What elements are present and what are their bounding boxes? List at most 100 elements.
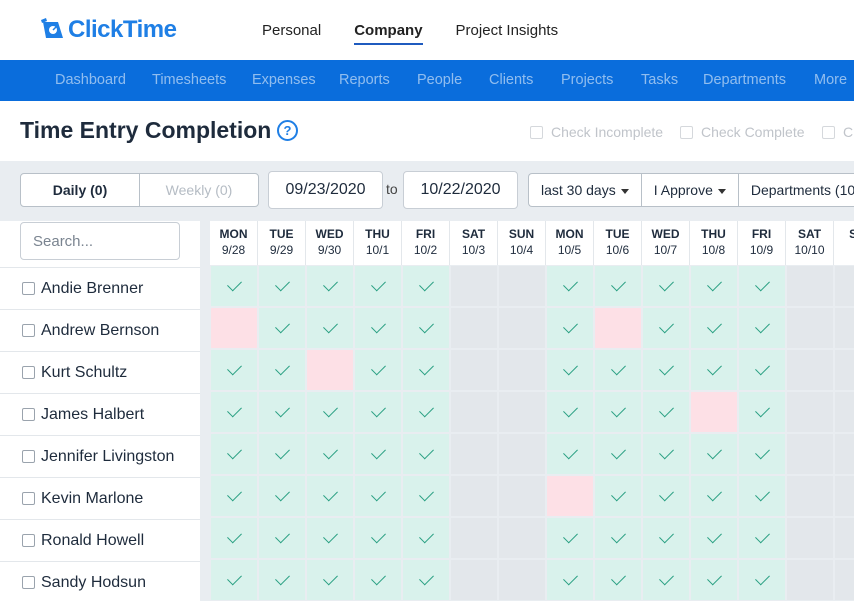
- complete-cell[interactable]: [643, 392, 689, 432]
- complete-cell[interactable]: [739, 434, 785, 474]
- complete-cell[interactable]: [739, 560, 785, 600]
- filter-checkbox[interactable]: Check Complete: [680, 124, 805, 140]
- main-nav-item[interactable]: Expenses: [252, 72, 316, 88]
- row-checkbox[interactable]: [22, 492, 35, 505]
- row-checkbox[interactable]: [22, 366, 35, 379]
- complete-cell[interactable]: [691, 266, 737, 306]
- complete-cell[interactable]: [739, 308, 785, 348]
- complete-cell[interactable]: [691, 518, 737, 558]
- complete-cell[interactable]: [691, 560, 737, 600]
- complete-cell[interactable]: [691, 434, 737, 474]
- missing-cell[interactable]: [547, 476, 593, 516]
- help-icon[interactable]: ?: [277, 120, 298, 141]
- start-date-input[interactable]: 09/23/2020: [268, 171, 383, 209]
- complete-cell[interactable]: [643, 476, 689, 516]
- complete-cell[interactable]: [691, 476, 737, 516]
- complete-cell[interactable]: [355, 560, 401, 600]
- daily-view-button[interactable]: Daily (0): [21, 174, 140, 206]
- weekly-view-button[interactable]: Weekly (0): [140, 174, 258, 206]
- complete-cell[interactable]: [211, 266, 257, 306]
- person-row[interactable]: Andie Brenner: [0, 267, 200, 309]
- complete-cell[interactable]: [547, 266, 593, 306]
- main-nav-item[interactable]: People: [417, 72, 462, 88]
- person-row[interactable]: Kurt Schultz: [0, 351, 200, 393]
- complete-cell[interactable]: [547, 518, 593, 558]
- complete-cell[interactable]: [211, 434, 257, 474]
- complete-cell[interactable]: [211, 518, 257, 558]
- person-row[interactable]: James Halbert: [0, 393, 200, 435]
- main-nav-item[interactable]: Tasks: [641, 72, 678, 88]
- complete-cell[interactable]: [259, 392, 305, 432]
- complete-cell[interactable]: [403, 350, 449, 390]
- complete-cell[interactable]: [643, 518, 689, 558]
- row-checkbox[interactable]: [22, 408, 35, 421]
- complete-cell[interactable]: [259, 518, 305, 558]
- complete-cell[interactable]: [595, 434, 641, 474]
- complete-cell[interactable]: [595, 392, 641, 432]
- complete-cell[interactable]: [211, 350, 257, 390]
- complete-cell[interactable]: [307, 518, 353, 558]
- row-checkbox[interactable]: [22, 450, 35, 463]
- complete-cell[interactable]: [595, 560, 641, 600]
- complete-cell[interactable]: [739, 350, 785, 390]
- missing-cell[interactable]: [691, 392, 737, 432]
- complete-cell[interactable]: [691, 350, 737, 390]
- main-nav-item[interactable]: More: [814, 72, 847, 88]
- approver-dropdown[interactable]: I Approve: [642, 174, 739, 206]
- person-row[interactable]: Kevin Marlone: [0, 477, 200, 519]
- complete-cell[interactable]: [403, 518, 449, 558]
- complete-cell[interactable]: [547, 560, 593, 600]
- filter-checkbox[interactable]: Check Incomplete: [530, 124, 663, 140]
- complete-cell[interactable]: [643, 350, 689, 390]
- complete-cell[interactable]: [547, 392, 593, 432]
- complete-cell[interactable]: [259, 476, 305, 516]
- complete-cell[interactable]: [643, 434, 689, 474]
- person-row[interactable]: Ronald Howell: [0, 519, 200, 561]
- complete-cell[interactable]: [307, 476, 353, 516]
- search-input[interactable]: [20, 222, 180, 260]
- complete-cell[interactable]: [403, 476, 449, 516]
- end-date-input[interactable]: 10/22/2020: [403, 171, 518, 209]
- complete-cell[interactable]: [403, 392, 449, 432]
- complete-cell[interactable]: [643, 560, 689, 600]
- row-checkbox[interactable]: [22, 324, 35, 337]
- complete-cell[interactable]: [211, 476, 257, 516]
- main-nav-item[interactable]: Clients: [489, 72, 533, 88]
- person-row[interactable]: Andrew Bernson: [0, 309, 200, 351]
- top-nav-item[interactable]: Personal: [262, 22, 321, 45]
- missing-cell[interactable]: [211, 308, 257, 348]
- clicktime-logo[interactable]: ClickTime: [40, 16, 177, 44]
- complete-cell[interactable]: [403, 308, 449, 348]
- complete-cell[interactable]: [739, 476, 785, 516]
- complete-cell[interactable]: [355, 518, 401, 558]
- complete-cell[interactable]: [211, 392, 257, 432]
- complete-cell[interactable]: [259, 266, 305, 306]
- row-checkbox[interactable]: [22, 576, 35, 589]
- complete-cell[interactable]: [643, 308, 689, 348]
- missing-cell[interactable]: [307, 350, 353, 390]
- complete-cell[interactable]: [739, 392, 785, 432]
- complete-cell[interactable]: [259, 350, 305, 390]
- complete-cell[interactable]: [355, 308, 401, 348]
- complete-cell[interactable]: [691, 308, 737, 348]
- complete-cell[interactable]: [355, 476, 401, 516]
- complete-cell[interactable]: [403, 266, 449, 306]
- departments-dropdown[interactable]: Departments (10): [739, 174, 854, 206]
- row-checkbox[interactable]: [22, 282, 35, 295]
- complete-cell[interactable]: [547, 434, 593, 474]
- top-nav-item[interactable]: Company: [354, 22, 423, 45]
- person-row[interactable]: Jennifer Livingston: [0, 435, 200, 477]
- complete-cell[interactable]: [259, 308, 305, 348]
- complete-cell[interactable]: [739, 518, 785, 558]
- complete-cell[interactable]: [643, 266, 689, 306]
- complete-cell[interactable]: [547, 308, 593, 348]
- complete-cell[interactable]: [307, 392, 353, 432]
- missing-cell[interactable]: [595, 308, 641, 348]
- complete-cell[interactable]: [595, 476, 641, 516]
- complete-cell[interactable]: [307, 266, 353, 306]
- complete-cell[interactable]: [307, 560, 353, 600]
- complete-cell[interactable]: [259, 434, 305, 474]
- complete-cell[interactable]: [355, 350, 401, 390]
- filter-checkbox[interactable]: Cl: [822, 124, 854, 140]
- complete-cell[interactable]: [739, 266, 785, 306]
